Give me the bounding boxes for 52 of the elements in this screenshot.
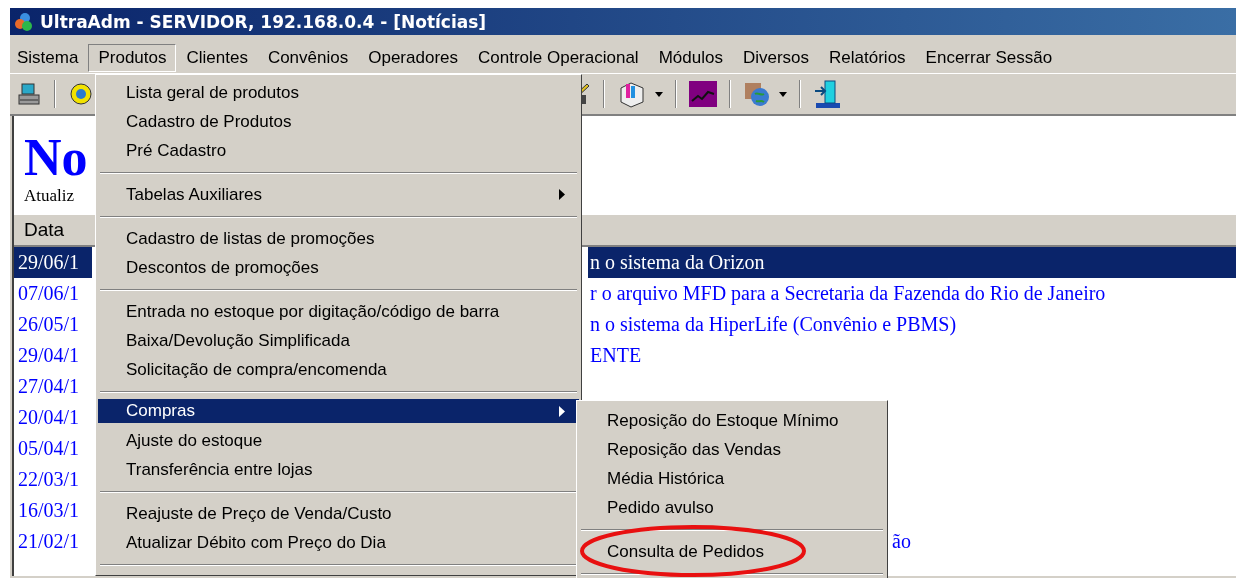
date-cell[interactable]: 26/05/1 (14, 309, 92, 340)
menu-bar-item[interactable]: Convênios (257, 44, 359, 72)
menu-bar-item[interactable]: Produtos (88, 44, 177, 72)
computer-icon[interactable] (16, 81, 42, 107)
menu-item[interactable]: Cadastro de Produtos (98, 107, 579, 136)
menu-item[interactable]: Compras (98, 399, 579, 423)
menu-bar-item[interactable]: Clientes (176, 44, 258, 72)
menu-item[interactable]: Baixa/Devolução Simplificada (98, 326, 579, 355)
news-title-cell[interactable]: r o arquivo MFD para a Secretaria da Fazenda do Rio de Janeiro (588, 278, 1236, 309)
menu-item[interactable]: Entrada no estoque por digitação/código de barra (98, 297, 579, 326)
menu-bar-item[interactable]: Relatórios (819, 44, 916, 72)
cubes-icon (14, 11, 34, 32)
date-cell[interactable]: 07/06/1 (14, 278, 92, 309)
menu-item[interactable]: Lista geral de produtos (98, 78, 579, 107)
menu-bar-item[interactable]: Operadores (358, 44, 468, 72)
menu-bar-item[interactable]: Módulos (648, 44, 733, 72)
caret-icon[interactable] (655, 91, 663, 97)
menu-bar-item[interactable]: Diversos (732, 44, 820, 72)
box-icon[interactable] (617, 80, 647, 108)
news-title-cell[interactable]: ENTE (588, 340, 1236, 371)
menu-item[interactable]: Reposição do Estoque Mínimo (579, 406, 885, 435)
date-cell[interactable]: 20/04/1 (14, 402, 92, 433)
date-cell[interactable]: 27/04/1 (14, 371, 92, 402)
menu-item[interactable]: Descontos de promoções (98, 253, 579, 282)
menu-bar-item[interactable]: Sistema (10, 44, 89, 72)
exit-door-icon[interactable] (813, 79, 841, 109)
date-cell[interactable]: 05/04/1 (14, 433, 92, 464)
menu-item[interactable]: Tabelas Auxiliares (98, 180, 579, 209)
date-cell[interactable]: 22/03/1 (14, 464, 92, 495)
news-title-cell[interactable]: n o sistema da HiperLife (Convênio e PBMS) (588, 309, 1236, 340)
date-cell[interactable]: 21/02/1 (14, 526, 92, 557)
menu-item[interactable]: Média Histórica (579, 464, 885, 493)
globe-icon[interactable] (743, 80, 771, 108)
page-subtitle: Atualiz (24, 186, 75, 206)
menu-item[interactable]: Reposição das Vendas (579, 435, 885, 464)
menu-bar-item[interactable]: Encerrar Sessão (915, 44, 1063, 72)
menu-item[interactable]: Ajuste do estoque (98, 426, 579, 455)
news-title-cell[interactable]: ão (892, 526, 1236, 557)
menu-item[interactable]: Pedido avulso (579, 493, 885, 522)
news-title-cell[interactable]: n o sistema da Orizon (588, 247, 1236, 278)
menu-item[interactable]: Pré Cadastro (98, 136, 579, 165)
window-title: UltraAdm - SERVIDOR, 192.168.0.4 - [Notícias] (40, 11, 487, 32)
date-cell[interactable]: 29/06/1 (14, 247, 92, 278)
menu-item[interactable]: Transferência entre lojas (98, 455, 579, 484)
date-cell[interactable]: 16/03/1 (14, 495, 92, 526)
caret-icon[interactable] (779, 91, 787, 97)
menu-item[interactable]: Atualizar Débito com Preço do Dia (98, 528, 579, 557)
menu-bar-item[interactable]: Controle Operacional (468, 44, 649, 72)
page-heading: No (24, 130, 88, 186)
menu-item[interactable]: Reajuste de Preço de Venda/Custo (98, 499, 579, 528)
date-cell[interactable]: 29/04/1 (14, 340, 92, 371)
menu-item[interactable]: Solicitação de compra/encomenda (98, 355, 579, 384)
